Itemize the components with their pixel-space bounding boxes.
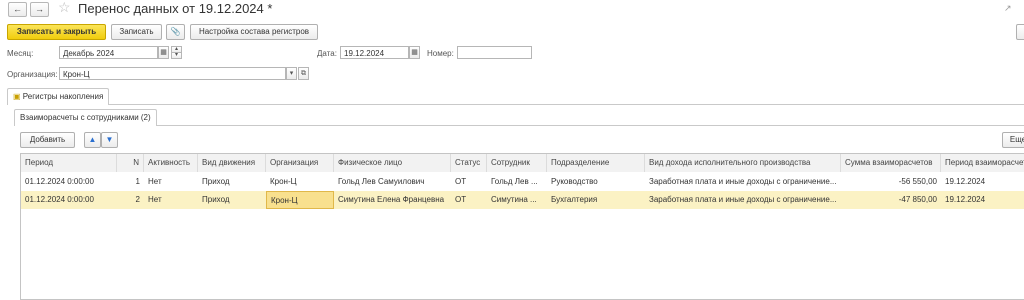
page-title: Перенос данных от 19.12.2024 * <box>78 1 273 16</box>
arrow-down-icon: ▼ <box>105 135 114 144</box>
col-header-settlement-period[interactable]: Период взаиморасчетов <box>941 154 1024 172</box>
cell-movement-type[interactable]: Приход <box>198 173 266 191</box>
cell-n[interactable]: 2 <box>117 191 144 209</box>
cell-period[interactable]: 01.12.2024 0:00:00 <box>21 191 117 209</box>
calendar-button[interactable]: ▦ <box>158 46 169 59</box>
chevron-down-icon: ▾ <box>174 52 178 58</box>
link-icon[interactable]: ↗ <box>1004 3 1012 14</box>
tab-accumulation-registers[interactable]: ▣ Регистры накопления <box>7 88 110 105</box>
tab-label: Регистры накопления <box>22 92 104 101</box>
open-icon: ⧉ <box>301 70 306 77</box>
col-header-status[interactable]: Статус <box>451 154 487 172</box>
cell-department[interactable]: Бухгалтерия <box>547 191 645 209</box>
month-down-button[interactable]: ▾ <box>171 52 182 59</box>
save-and-close-button[interactable]: Записать и закрыть <box>7 24 106 40</box>
cell-department[interactable]: Руководство <box>547 173 645 191</box>
col-header-income-type[interactable]: Вид дохода исполнительного производства <box>645 154 841 172</box>
register-settings-button[interactable]: Настройка состава регистров <box>190 24 318 40</box>
cell-organization[interactable]: Крон-Ц <box>266 173 334 191</box>
organization-label: Организация: <box>7 70 58 79</box>
cell-movement-type[interactable]: Приход <box>198 191 266 209</box>
attach-button[interactable]: 📎 <box>166 24 185 40</box>
organization-field[interactable]: Крон-Ц <box>59 67 286 80</box>
number-label: Номер: <box>427 49 454 58</box>
col-header-n[interactable]: N <box>117 154 144 172</box>
cell-income-type[interactable]: Заработная плата и иные доходы с огранич… <box>645 173 841 191</box>
month-label: Месяц: <box>7 49 34 58</box>
arrow-up-icon: ▲ <box>88 135 97 144</box>
col-header-employee[interactable]: Сотрудник <box>487 154 547 172</box>
tab-employee-settlements[interactable]: Взаиморасчеты с сотрудниками (2) <box>14 109 157 126</box>
chevron-down-icon: ▾ <box>289 70 294 77</box>
cell-employee[interactable]: Симутина ... <box>487 191 547 209</box>
arrow-right-icon: → <box>35 4 44 14</box>
move-up-button[interactable]: ▲ <box>84 132 101 148</box>
paperclip-icon: 📎 <box>170 27 181 36</box>
table-row-selected[interactable]: 01.12.2024 0:00:00 2 Нет Приход Крон-Ц С… <box>21 191 1024 209</box>
cell-period[interactable]: 01.12.2024 0:00:00 <box>21 173 117 191</box>
col-header-activity[interactable]: Активность <box>144 154 198 172</box>
cell-status[interactable]: ОТ <box>451 173 487 191</box>
inner-tab-divider <box>14 125 1024 126</box>
outer-tab-divider <box>7 104 1024 105</box>
col-header-period[interactable]: Период <box>21 154 117 172</box>
cell-person[interactable]: Симутина Елена Францевна <box>334 191 451 209</box>
more-button[interactable]: Еще <box>1002 132 1024 148</box>
calendar-icon: ▦ <box>411 49 418 56</box>
cell-amount[interactable]: -47 850,00 <box>841 191 941 209</box>
back-button[interactable]: ← <box>8 2 27 17</box>
cell-person[interactable]: Гольд Лев Самуилович <box>334 173 451 191</box>
col-header-organization[interactable]: Организация <box>266 154 334 172</box>
date-label: Дата: <box>317 49 337 58</box>
move-down-button[interactable]: ▼ <box>101 132 118 148</box>
number-field[interactable] <box>457 46 532 59</box>
settlements-table: Период N Активность Вид движения Организ… <box>20 153 1024 300</box>
cell-settlement-period[interactable]: 19.12.2024 <box>941 191 1024 209</box>
calendar-icon: ▦ <box>160 49 167 56</box>
organization-open-button[interactable]: ⧉ <box>298 67 309 80</box>
col-header-department[interactable]: Подразделение <box>547 154 645 172</box>
cell-amount[interactable]: -56 550,00 <box>841 173 941 191</box>
forward-button[interactable]: → <box>30 2 49 17</box>
cell-activity[interactable]: Нет <box>144 173 198 191</box>
cell-income-type[interactable]: Заработная плата и иные доходы с огранич… <box>645 191 841 209</box>
register-icon: ▣ <box>13 92 21 101</box>
col-header-movement-type[interactable]: Вид движения <box>198 154 266 172</box>
cell-organization-active[interactable]: Крон-Ц <box>266 191 334 209</box>
cell-employee[interactable]: Гольд Лев ... <box>487 173 547 191</box>
organization-dropdown-button[interactable]: ▾ <box>286 67 297 80</box>
cell-activity[interactable]: Нет <box>144 191 198 209</box>
date-field[interactable]: 19.12.2024 <box>340 46 409 59</box>
save-button[interactable]: Записать <box>111 24 162 40</box>
col-header-person[interactable]: Физическое лицо <box>334 154 451 172</box>
cell-n[interactable]: 1 <box>117 173 144 191</box>
col-header-amount[interactable]: Сумма взаиморасчетов <box>841 154 941 172</box>
arrow-left-icon: ← <box>13 4 22 14</box>
date-calendar-button[interactable]: ▦ <box>409 46 420 59</box>
cell-status[interactable]: ОТ <box>451 191 487 209</box>
more-actions-button[interactable] <box>1016 24 1024 40</box>
add-button[interactable]: Добавить <box>20 132 75 148</box>
cell-settlement-period[interactable]: 19.12.2024 <box>941 173 1024 191</box>
table-row[interactable]: 01.12.2024 0:00:00 1 Нет Приход Крон-Ц Г… <box>21 173 1024 192</box>
month-field[interactable]: Декабрь 2024 <box>59 46 158 59</box>
favorite-star-icon[interactable]: ☆ <box>58 0 71 16</box>
